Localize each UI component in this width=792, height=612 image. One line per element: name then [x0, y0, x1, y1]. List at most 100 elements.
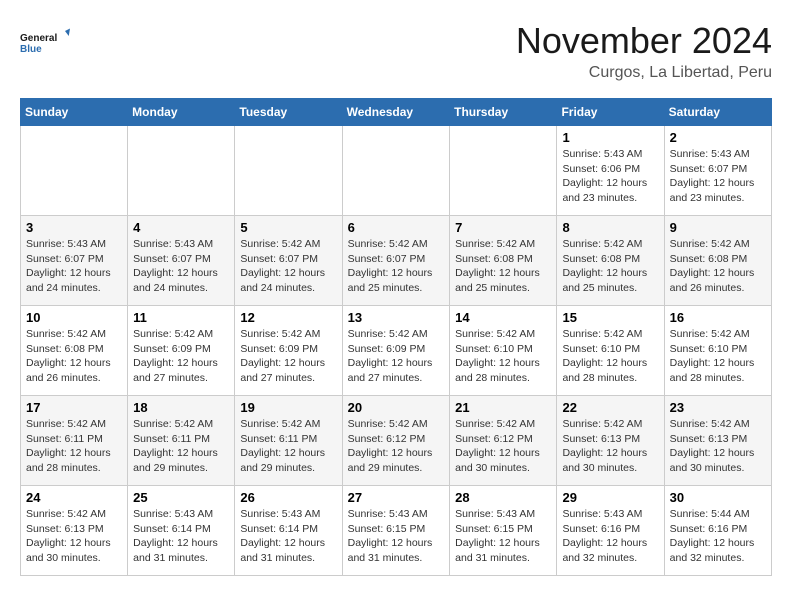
svg-text:Blue: Blue — [20, 44, 42, 55]
day-info: Sunrise: 5:42 AM Sunset: 6:11 PM Dayligh… — [26, 417, 122, 476]
calendar-cell — [342, 126, 450, 216]
day-info: Sunrise: 5:42 AM Sunset: 6:13 PM Dayligh… — [670, 417, 766, 476]
day-info: Sunrise: 5:43 AM Sunset: 6:07 PM Dayligh… — [26, 237, 122, 296]
day-number: 12 — [240, 310, 336, 325]
calendar-cell: 14 Sunrise: 5:42 AM Sunset: 6:10 PM Dayli… — [450, 306, 557, 396]
day-number: 8 — [562, 220, 658, 235]
calendar-table: SundayMondayTuesdayWednesdayThursdayFrid… — [20, 98, 772, 576]
day-number: 27 — [348, 490, 445, 505]
logo-svg: General Blue — [20, 20, 70, 65]
day-number: 13 — [348, 310, 445, 325]
day-info: Sunrise: 5:42 AM Sunset: 6:08 PM Dayligh… — [455, 237, 551, 296]
day-info: Sunrise: 5:43 AM Sunset: 6:15 PM Dayligh… — [455, 507, 551, 566]
day-info: Sunrise: 5:42 AM Sunset: 6:09 PM Dayligh… — [240, 327, 336, 386]
location-title: Curgos, La Libertad, Peru — [516, 64, 772, 82]
day-number: 17 — [26, 400, 122, 415]
day-info: Sunrise: 5:42 AM Sunset: 6:10 PM Dayligh… — [670, 327, 766, 386]
calendar-cell: 9 Sunrise: 5:42 AM Sunset: 6:08 PM Daylig… — [664, 216, 771, 306]
calendar-cell: 23Sunrise: 5:42 AM Sunset: 6:13 PM Dayli… — [664, 396, 771, 486]
day-number: 21 — [455, 400, 551, 415]
day-number: 6 — [348, 220, 445, 235]
calendar-cell — [128, 126, 235, 216]
calendar-cell: 19Sunrise: 5:42 AM Sunset: 6:11 PM Dayli… — [235, 396, 342, 486]
day-info: Sunrise: 5:43 AM Sunset: 6:14 PM Dayligh… — [133, 507, 229, 566]
day-number: 30 — [670, 490, 766, 505]
calendar-cell: 12 Sunrise: 5:42 AM Sunset: 6:09 PM Dayli… — [235, 306, 342, 396]
day-info: Sunrise: 5:42 AM Sunset: 6:12 PM Dayligh… — [455, 417, 551, 476]
day-info: Sunrise: 5:43 AM Sunset: 6:06 PM Dayligh… — [562, 147, 658, 206]
day-number: 20 — [348, 400, 445, 415]
weekday-header-monday: Monday — [128, 99, 235, 126]
day-info: Sunrise: 5:43 AM Sunset: 6:16 PM Dayligh… — [562, 507, 658, 566]
day-info: Sunrise: 5:42 AM Sunset: 6:08 PM Dayligh… — [562, 237, 658, 296]
calendar-cell: 18 Sunrise: 5:42 AM Sunset: 6:11 PM Dayli… — [128, 396, 235, 486]
calendar-cell: 13 Sunrise: 5:42 AM Sunset: 6:09 PM Dayli… — [342, 306, 450, 396]
calendar-cell: 11Sunrise: 5:42 AM Sunset: 6:09 PM Dayli… — [128, 306, 235, 396]
day-number: 18 — [133, 400, 229, 415]
calendar-cell: 8 Sunrise: 5:42 AM Sunset: 6:08 PM Daylig… — [557, 216, 664, 306]
day-info: Sunrise: 5:42 AM Sunset: 6:13 PM Dayligh… — [562, 417, 658, 476]
calendar-cell: 27 Sunrise: 5:43 AM Sunset: 6:15 PM Dayli… — [342, 486, 450, 576]
calendar-cell: 20 Sunrise: 5:42 AM Sunset: 6:12 PM Dayli… — [342, 396, 450, 486]
calendar-cell — [21, 126, 128, 216]
day-number: 4 — [133, 220, 229, 235]
day-info: Sunrise: 5:42 AM Sunset: 6:13 PM Dayligh… — [26, 507, 122, 566]
day-number: 25 — [133, 490, 229, 505]
day-number: 2 — [670, 130, 766, 145]
calendar-cell: 1Sunrise: 5:43 AM Sunset: 6:06 PM Daylig… — [557, 126, 664, 216]
calendar-cell: 28 Sunrise: 5:43 AM Sunset: 6:15 PM Dayli… — [450, 486, 557, 576]
week-row-1: 1Sunrise: 5:43 AM Sunset: 6:06 PM Daylig… — [21, 126, 772, 216]
calendar-cell — [450, 126, 557, 216]
day-number: 26 — [240, 490, 336, 505]
day-number: 7 — [455, 220, 551, 235]
day-info: Sunrise: 5:43 AM Sunset: 6:07 PM Dayligh… — [670, 147, 766, 206]
day-info: Sunrise: 5:42 AM Sunset: 6:12 PM Dayligh… — [348, 417, 445, 476]
day-info: Sunrise: 5:42 AM Sunset: 6:10 PM Dayligh… — [562, 327, 658, 386]
weekday-header-row: SundayMondayTuesdayWednesdayThursdayFrid… — [21, 99, 772, 126]
calendar-cell: 3 Sunrise: 5:43 AM Sunset: 6:07 PM Daylig… — [21, 216, 128, 306]
day-info: Sunrise: 5:42 AM Sunset: 6:11 PM Dayligh… — [240, 417, 336, 476]
logo: General Blue — [20, 20, 70, 65]
calendar-cell: 22 Sunrise: 5:42 AM Sunset: 6:13 PM Dayli… — [557, 396, 664, 486]
day-info: Sunrise: 5:44 AM Sunset: 6:16 PM Dayligh… — [670, 507, 766, 566]
day-info: Sunrise: 5:42 AM Sunset: 6:09 PM Dayligh… — [348, 327, 445, 386]
day-number: 16 — [670, 310, 766, 325]
month-title: November 2024 — [516, 20, 772, 62]
day-number: 5 — [240, 220, 336, 235]
day-number: 22 — [562, 400, 658, 415]
day-number: 29 — [562, 490, 658, 505]
header: General Blue November 2024 Curgos, La Li… — [20, 20, 772, 82]
calendar-cell: 21 Sunrise: 5:42 AM Sunset: 6:12 PM Dayli… — [450, 396, 557, 486]
calendar-cell: 26 Sunrise: 5:43 AM Sunset: 6:14 PM Dayli… — [235, 486, 342, 576]
weekday-header-sunday: Sunday — [21, 99, 128, 126]
day-info: Sunrise: 5:43 AM Sunset: 6:14 PM Dayligh… — [240, 507, 336, 566]
week-row-4: 17 Sunrise: 5:42 AM Sunset: 6:11 PM Dayli… — [21, 396, 772, 486]
week-row-2: 3 Sunrise: 5:43 AM Sunset: 6:07 PM Daylig… — [21, 216, 772, 306]
day-number: 9 — [670, 220, 766, 235]
day-number: 14 — [455, 310, 551, 325]
day-number: 15 — [562, 310, 658, 325]
week-row-3: 10Sunrise: 5:42 AM Sunset: 6:08 PM Dayli… — [21, 306, 772, 396]
day-info: Sunrise: 5:43 AM Sunset: 6:15 PM Dayligh… — [348, 507, 445, 566]
calendar-cell: 29 Sunrise: 5:43 AM Sunset: 6:16 PM Dayli… — [557, 486, 664, 576]
svg-text:General: General — [20, 33, 57, 44]
calendar-cell: 10Sunrise: 5:42 AM Sunset: 6:08 PM Dayli… — [21, 306, 128, 396]
day-number: 28 — [455, 490, 551, 505]
day-info: Sunrise: 5:42 AM Sunset: 6:11 PM Dayligh… — [133, 417, 229, 476]
weekday-header-thursday: Thursday — [450, 99, 557, 126]
day-info: Sunrise: 5:42 AM Sunset: 6:08 PM Dayligh… — [670, 237, 766, 296]
calendar-cell: 6 Sunrise: 5:42 AM Sunset: 6:07 PM Daylig… — [342, 216, 450, 306]
calendar-cell: 2 Sunrise: 5:43 AM Sunset: 6:07 PM Daylig… — [664, 126, 771, 216]
calendar-cell: 17 Sunrise: 5:42 AM Sunset: 6:11 PM Dayli… — [21, 396, 128, 486]
day-info: Sunrise: 5:43 AM Sunset: 6:07 PM Dayligh… — [133, 237, 229, 296]
day-number: 10 — [26, 310, 122, 325]
week-row-5: 24Sunrise: 5:42 AM Sunset: 6:13 PM Dayli… — [21, 486, 772, 576]
day-info: Sunrise: 5:42 AM Sunset: 6:10 PM Dayligh… — [455, 327, 551, 386]
weekday-header-wednesday: Wednesday — [342, 99, 450, 126]
calendar-cell: 7 Sunrise: 5:42 AM Sunset: 6:08 PM Daylig… — [450, 216, 557, 306]
day-info: Sunrise: 5:42 AM Sunset: 6:07 PM Dayligh… — [348, 237, 445, 296]
day-number: 3 — [26, 220, 122, 235]
calendar-cell: 24Sunrise: 5:42 AM Sunset: 6:13 PM Dayli… — [21, 486, 128, 576]
calendar-cell: 4 Sunrise: 5:43 AM Sunset: 6:07 PM Daylig… — [128, 216, 235, 306]
weekday-header-friday: Friday — [557, 99, 664, 126]
